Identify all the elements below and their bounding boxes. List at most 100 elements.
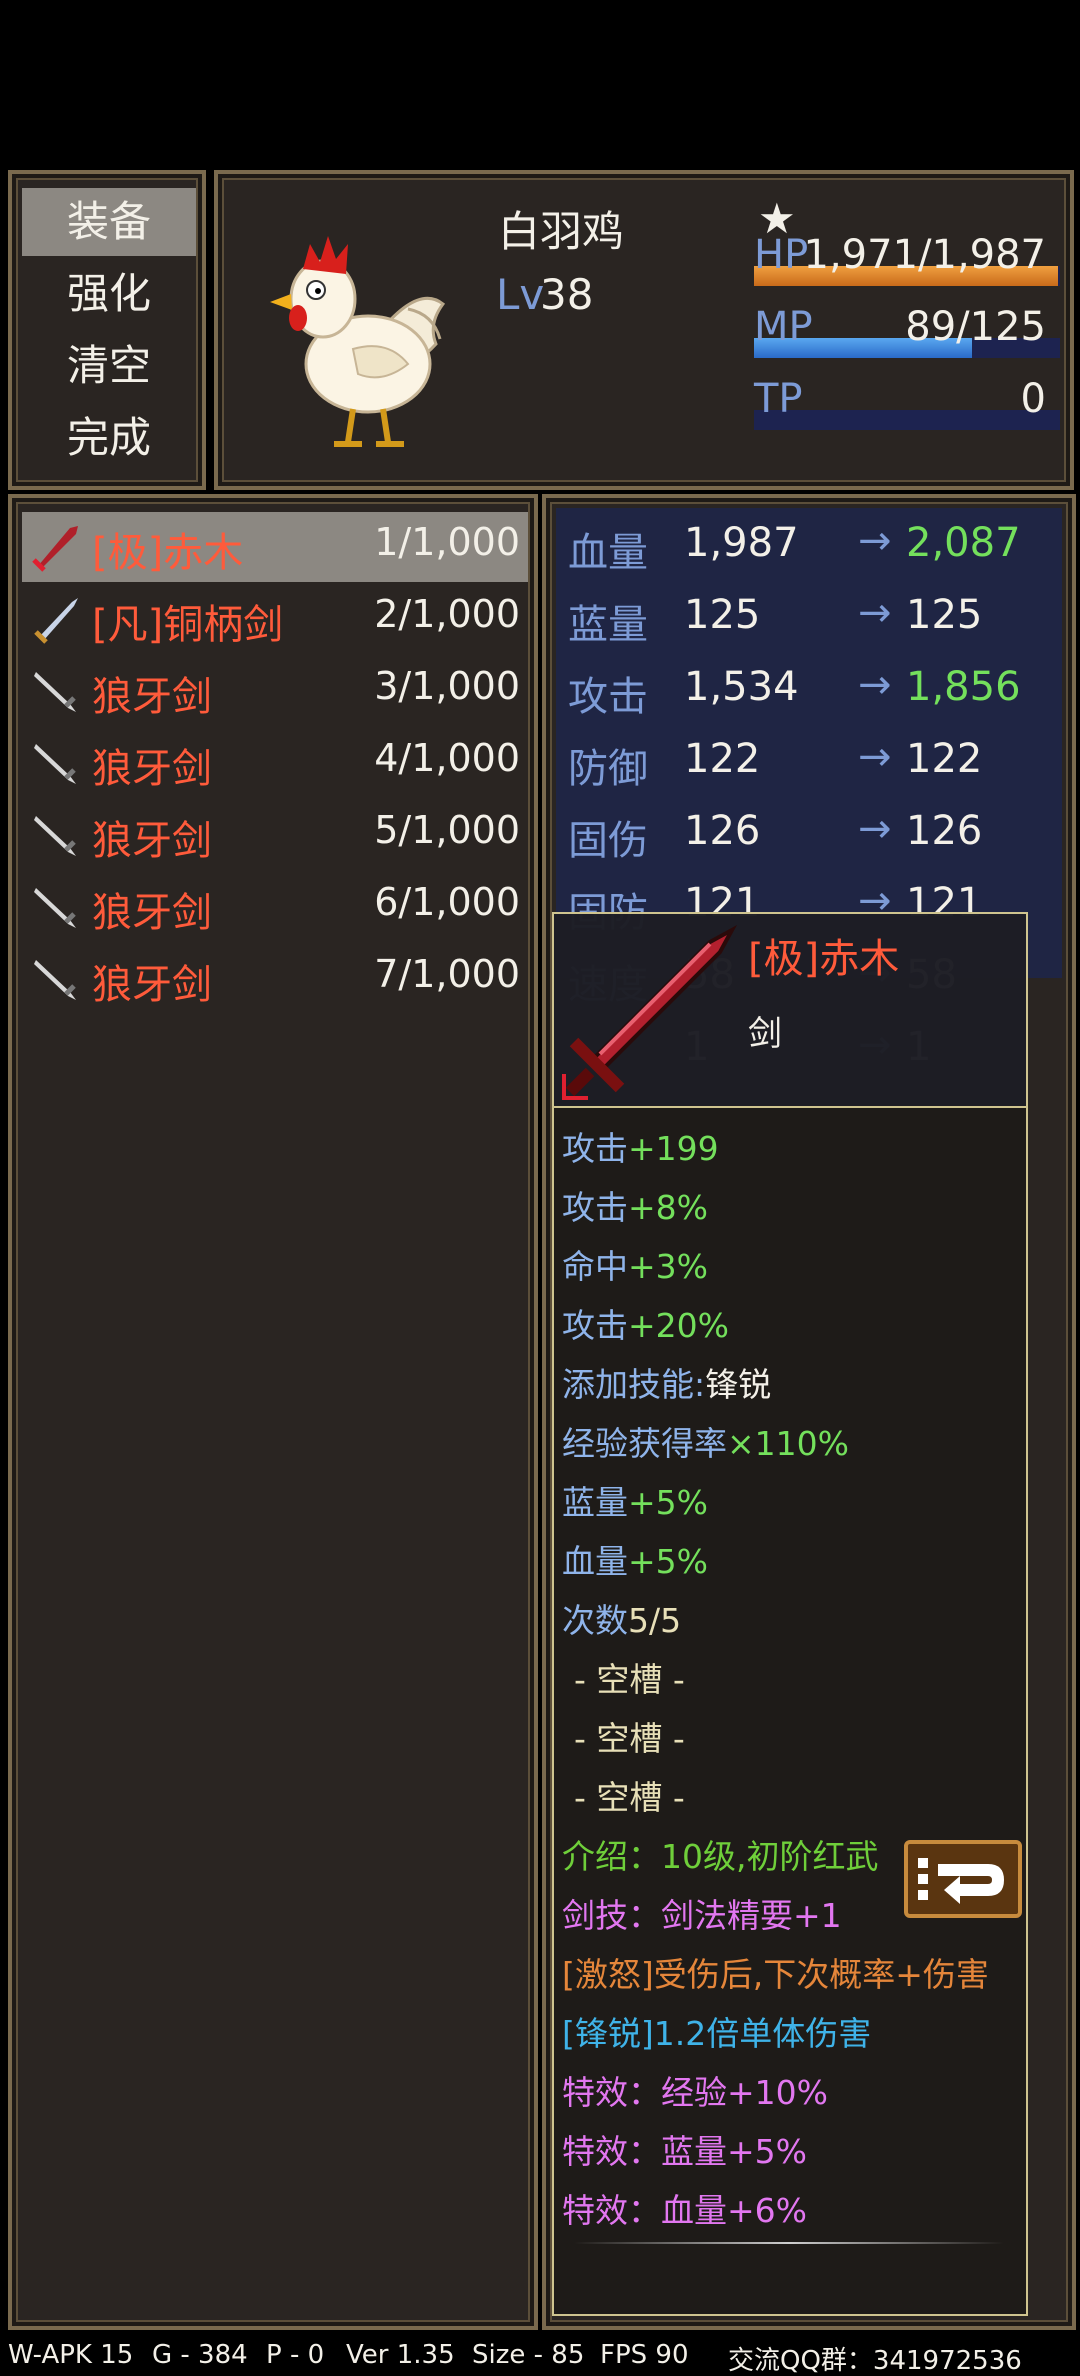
empty-slot: - 空槽 - xyxy=(574,1778,685,1817)
rage-tag: [激怒] xyxy=(562,1955,654,1994)
stat-next: 1,856 xyxy=(906,664,1021,710)
detail-line-value: +20% xyxy=(628,1306,729,1345)
equipment-row[interactable]: 狼牙剑 3/1,000 xyxy=(22,656,528,726)
tp-label: TP xyxy=(754,376,803,422)
detail-line: 添加技能:锋锐 xyxy=(562,1358,771,1406)
detail-divider xyxy=(574,2242,1004,2244)
fang-sword-icon xyxy=(34,744,76,784)
stat-current: 122 xyxy=(684,736,761,782)
stat-next: 2,087 xyxy=(906,520,1021,566)
footer-fps: FPS 90 xyxy=(600,2340,689,2370)
switch-view-button[interactable] xyxy=(904,1840,1022,1918)
equipment-count: 3/1,000 xyxy=(374,664,520,708)
stat-row-attack: 攻击 1,534 → 1,856 xyxy=(568,656,1068,726)
level-label: Lv xyxy=(496,270,545,319)
item-detail-type: 剑 xyxy=(748,1014,782,1054)
copper-sword-icon xyxy=(34,598,78,644)
detail-line-label: 攻击 xyxy=(562,1306,628,1345)
arrow-right-icon: → xyxy=(858,590,892,636)
equipment-name: 狼牙剑 xyxy=(92,962,212,1008)
equipment-name: 狼牙剑 xyxy=(92,674,212,720)
item-special-effect: 特效：血量+6% xyxy=(562,2191,808,2230)
detail-line-label: 蓝量 xyxy=(562,1483,628,1522)
menu-done[interactable]: 完成 xyxy=(22,404,196,472)
detail-line: 攻击+199 xyxy=(562,1122,719,1170)
rage-text: 受伤后,下次概率+伤害 xyxy=(653,1955,989,1994)
mp-value: 89/125 xyxy=(905,304,1046,350)
equipment-row[interactable]: 狼牙剑 6/1,000 xyxy=(22,872,528,942)
command-menu: 装备 强化 清空 完成 xyxy=(8,170,206,490)
equipment-count: 5/1,000 xyxy=(374,808,520,852)
fang-sword-icon xyxy=(34,888,76,928)
detail-line: 攻击+20% xyxy=(562,1299,729,1347)
detail-line: 蓝量+5% xyxy=(562,1476,708,1524)
empty-slot: - 空槽 - xyxy=(574,1719,685,1758)
detail-line-label: 添加技能: xyxy=(562,1365,706,1404)
detail-line-label: 攻击 xyxy=(562,1129,628,1168)
detail-line-value: 锋锐 xyxy=(705,1365,772,1404)
hp-label: HP xyxy=(754,232,809,278)
detail-line-label: 命中 xyxy=(562,1247,628,1286)
stat-label: 血量 xyxy=(568,530,648,576)
detail-line: 血量+5% xyxy=(562,1535,708,1583)
detail-line-label: 次数 xyxy=(562,1601,628,1640)
item-sword-skill: 剑技：剑法精要+1 xyxy=(562,1896,842,1935)
rooster-portrait xyxy=(270,236,446,447)
fang-sword-icon xyxy=(34,816,76,856)
detail-line-value: ×110% xyxy=(727,1424,849,1463)
equipment-count: 7/1,000 xyxy=(374,952,520,996)
arrow-right-icon: → xyxy=(858,518,892,564)
equipment-row[interactable]: [凡]铜柄剑 2/1,000 xyxy=(22,584,528,654)
detail-line: 次数5/5 xyxy=(562,1594,681,1642)
equipment-row[interactable]: 狼牙剑 5/1,000 xyxy=(22,800,528,870)
item-sharp-effect: [锋锐]1.2倍单体伤害 xyxy=(562,2007,871,2055)
stat-next: 122 xyxy=(906,736,983,782)
item-special-effect: 特效：蓝量+5% xyxy=(562,2132,808,2171)
empty-slot: - 空槽 - xyxy=(574,1660,685,1699)
level-value: 38 xyxy=(540,270,594,319)
equipment-count: 2/1,000 xyxy=(374,592,520,636)
footer-apk: W-APK 15 xyxy=(8,2340,134,2370)
detail-line-value: 5/5 xyxy=(628,1601,682,1640)
footer-g: G - 384 xyxy=(152,2340,248,2370)
detail-line-label: 血量 xyxy=(562,1542,628,1581)
mp-label: MP xyxy=(754,304,813,350)
stat-row-hp: 血量 1,987 → 2,087 xyxy=(568,512,1068,582)
footer-ver: Ver 1.35 xyxy=(346,2340,455,2370)
stat-label: 固伤 xyxy=(568,818,648,864)
equipment-name: [极]赤木 xyxy=(92,530,244,576)
switch-arrow-icon xyxy=(918,1858,1004,1904)
equipment-count: 4/1,000 xyxy=(374,736,520,780)
hp-value: 1,971/1,987 xyxy=(803,232,1047,278)
detail-line-value: +5% xyxy=(628,1542,709,1581)
character-name: 白羽鸡 xyxy=(498,207,625,256)
equipment-count: 1/1,000 xyxy=(374,520,520,564)
stat-label: 防御 xyxy=(568,746,648,792)
stat-row-mp: 蓝量 125 → 125 xyxy=(568,584,1068,654)
stat-current: 125 xyxy=(684,592,761,638)
equipment-name: 狼牙剑 xyxy=(92,746,212,792)
menu-enhance[interactable]: 强化 xyxy=(22,260,196,328)
debug-footer: W-APK 15 G - 384 P - 0 Ver 1.35 Size - 8… xyxy=(0,2340,1080,2376)
footer-size: Size - 85 xyxy=(472,2340,585,2370)
stat-row-fixed-damage: 固伤 126 → 126 xyxy=(568,800,1068,870)
equipment-row[interactable]: [极]赤木 1/1,000 xyxy=(22,512,528,582)
footer-p: P - 0 xyxy=(266,2340,325,2370)
tp-value: 0 xyxy=(1020,376,1046,422)
equipment-name: 狼牙剑 xyxy=(92,890,212,936)
equipment-row[interactable]: 狼牙剑 4/1,000 xyxy=(22,728,528,798)
detail-line-value: +8% xyxy=(628,1188,709,1227)
menu-clear[interactable]: 清空 xyxy=(22,332,196,400)
stat-next: 125 xyxy=(906,592,983,638)
detail-line: 经验获得率×110% xyxy=(562,1417,849,1465)
stat-row-defense: 防御 122 → 122 xyxy=(568,728,1068,798)
equipment-list: [极]赤木 1/1,000 [凡]铜柄剑 2/1,000 狼牙剑 3/1,000… xyxy=(8,494,538,2330)
menu-equip[interactable]: 装备 xyxy=(22,188,196,256)
detail-line: 攻击+8% xyxy=(562,1181,708,1229)
item-detail-window: [极]赤木 剑 攻击+199 攻击+8% 命中+3% 攻击+20% 添加技能:锋… xyxy=(552,912,1028,2316)
fang-sword-icon xyxy=(34,672,76,712)
stat-label: 攻击 xyxy=(568,674,648,720)
item-rage-effect: [激怒]受伤后,下次概率+伤害 xyxy=(562,1948,989,1996)
character-status: 白羽鸡 ★ Lv 38 HP 1,971/1,987 MP 89/125 TP … xyxy=(214,170,1074,490)
equipment-row[interactable]: 狼牙剑 7/1,000 xyxy=(22,944,528,1014)
